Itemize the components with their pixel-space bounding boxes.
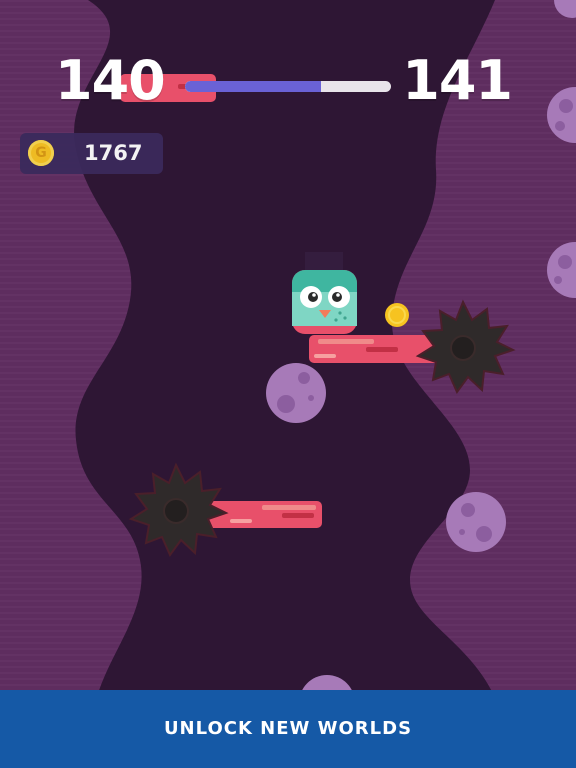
current-level-number: 140: [55, 49, 166, 112]
level-progress-fill: [185, 81, 321, 92]
game-scene: [0, 0, 576, 768]
coin-icon: G: [28, 140, 54, 166]
promo-banner[interactable]: UNLOCK NEW WORLDS: [0, 690, 576, 768]
planet-floating: [266, 363, 326, 423]
level-progress-bar: [185, 81, 391, 92]
next-level-number: 141: [402, 49, 513, 112]
planet-lower-right: [446, 492, 506, 552]
platform-middle: [309, 335, 439, 363]
promo-banner-text: UNLOCK NEW WORLDS: [163, 718, 413, 739]
coin-pickup: [385, 303, 409, 327]
coin-counter: G 1767: [20, 133, 163, 174]
coin-count: 1767: [84, 141, 143, 165]
